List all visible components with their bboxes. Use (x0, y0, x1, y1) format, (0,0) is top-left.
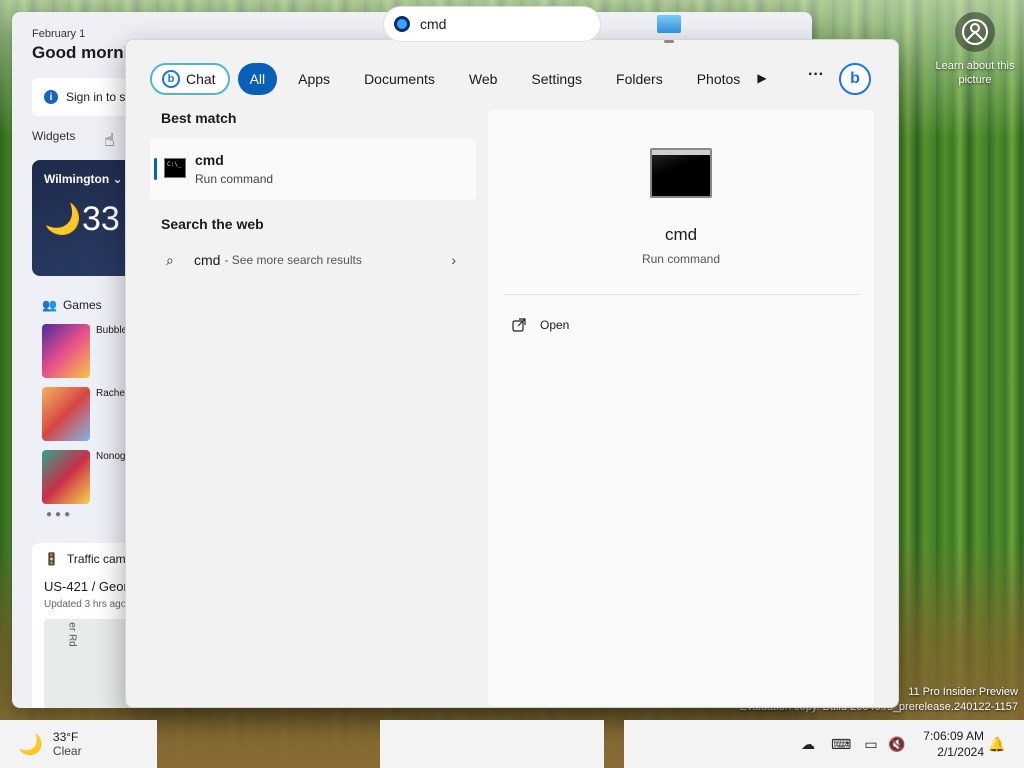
cloud-offline-icon[interactable]: ☁ (799, 736, 817, 752)
best-match-name: cmd (195, 152, 224, 168)
detail-name: cmd (664, 225, 698, 244)
taskbar-weather[interactable]: 🌙 33°F Clear (0, 720, 157, 768)
web-result-suffix: - See more search results (224, 253, 362, 267)
filter-chat[interactable]: b Chat (150, 63, 230, 95)
search-web-title: Search the web (161, 216, 264, 232)
chevron-right-icon: › (451, 252, 456, 268)
camera-icon (962, 19, 988, 45)
weather-city[interactable]: Wilmington ⌄ (44, 172, 123, 186)
filter-apps[interactable]: Apps (285, 63, 344, 95)
spotlight-label[interactable]: Learn about this picture (934, 59, 1016, 87)
game-thumbnail (42, 450, 90, 504)
filter-all[interactable]: All (237, 63, 278, 95)
network-icon[interactable]: ▭ (862, 736, 880, 752)
web-result-query: cmd (194, 252, 221, 268)
widgets-greeting: Good mornin (32, 43, 139, 62)
best-match-type: Run command (195, 172, 274, 186)
volume-muted-icon[interactable]: 🔇 (888, 736, 906, 752)
map-road-label: er Rd (66, 622, 78, 647)
traffic-updated: Updated 3 hrs ago (44, 599, 127, 610)
game-thumbnail (42, 387, 90, 441)
taskbar-weather-temp: 33°F (52, 730, 79, 744)
detail-type: Run command (641, 252, 721, 266)
clock-time: 7:06:09 AM (923, 729, 984, 743)
search-icon (394, 16, 410, 32)
filter-settings[interactable]: Settings (518, 63, 596, 95)
game-thumbnail (42, 324, 90, 378)
traffic-light-icon: 🚦 (44, 552, 59, 566)
games-title: 👥 Games (42, 298, 102, 312)
traffic-title: 🚦 Traffic came (44, 552, 133, 566)
signin-text: Sign in to sa (66, 90, 133, 104)
moon-icon: 🌙 (18, 733, 43, 756)
bing-chat-icon: b (162, 70, 180, 88)
filter-documents[interactable]: Documents (351, 63, 448, 95)
filter-folders[interactable]: Folders (603, 63, 676, 95)
moon-icon: 🌙 (44, 203, 82, 236)
best-match-item[interactable]: C:\_ cmd Run command (150, 138, 476, 200)
cmd-large-icon (650, 148, 712, 198)
search-icon: ⌕ (166, 251, 174, 268)
start-search-panel: b Chat All Apps Documents Web Settings F… (125, 39, 899, 708)
open-action[interactable]: Open (512, 314, 569, 336)
results-list: Best match C:\_ cmd Run command Search t… (150, 110, 480, 278)
open-external-icon (512, 318, 526, 332)
taskbar-clock[interactable]: 7:06:09 AM 2/1/2024 (912, 728, 984, 760)
widgets-date: February 1 (32, 28, 86, 40)
cmd-icon: C:\_ (164, 158, 186, 178)
widgets-section-label: Widgets (32, 129, 76, 143)
detail-divider (504, 294, 860, 295)
best-match-title: Best match (161, 110, 237, 126)
traffic-road: US-421 / Geor (44, 579, 128, 594)
people-icon: 👥 (42, 298, 57, 312)
more-options-icon[interactable]: ··· (806, 66, 826, 86)
taskbar-weather-cond: Clear (52, 744, 82, 758)
photos-app-icon[interactable] (657, 15, 681, 33)
bing-icon[interactable]: b (839, 63, 871, 95)
search-filter-bar: b Chat All Apps Documents Web Settings F… (150, 62, 754, 96)
hand-cursor-icon: ☝ (104, 130, 115, 150)
pager-dots[interactable]: ●●● (46, 509, 73, 520)
filter-photos[interactable]: Photos (683, 63, 754, 95)
open-action-label: Open (540, 318, 570, 332)
weather-temp: 33 (82, 200, 120, 238)
keyboard-icon[interactable]: ⌨ (831, 736, 851, 752)
result-detail-pane: cmd Run command Open (488, 110, 874, 706)
filter-web[interactable]: Web (455, 63, 511, 95)
taskbar-search-box[interactable]: cmd (384, 7, 600, 41)
taskbar-search-value[interactable]: cmd (420, 16, 446, 32)
running-indicator (664, 40, 674, 43)
play-icon[interactable]: ▶ (754, 70, 770, 86)
clock-date: 2/1/2024 (937, 745, 984, 759)
notification-bell-icon[interactable]: 🔔 (988, 736, 1006, 752)
taskbar-search-area (380, 720, 604, 768)
spotlight-button[interactable] (955, 12, 995, 52)
info-icon: i (44, 90, 58, 104)
selection-indicator (154, 158, 157, 180)
web-result-item[interactable]: ⌕ cmd - See more search results › (150, 242, 476, 278)
